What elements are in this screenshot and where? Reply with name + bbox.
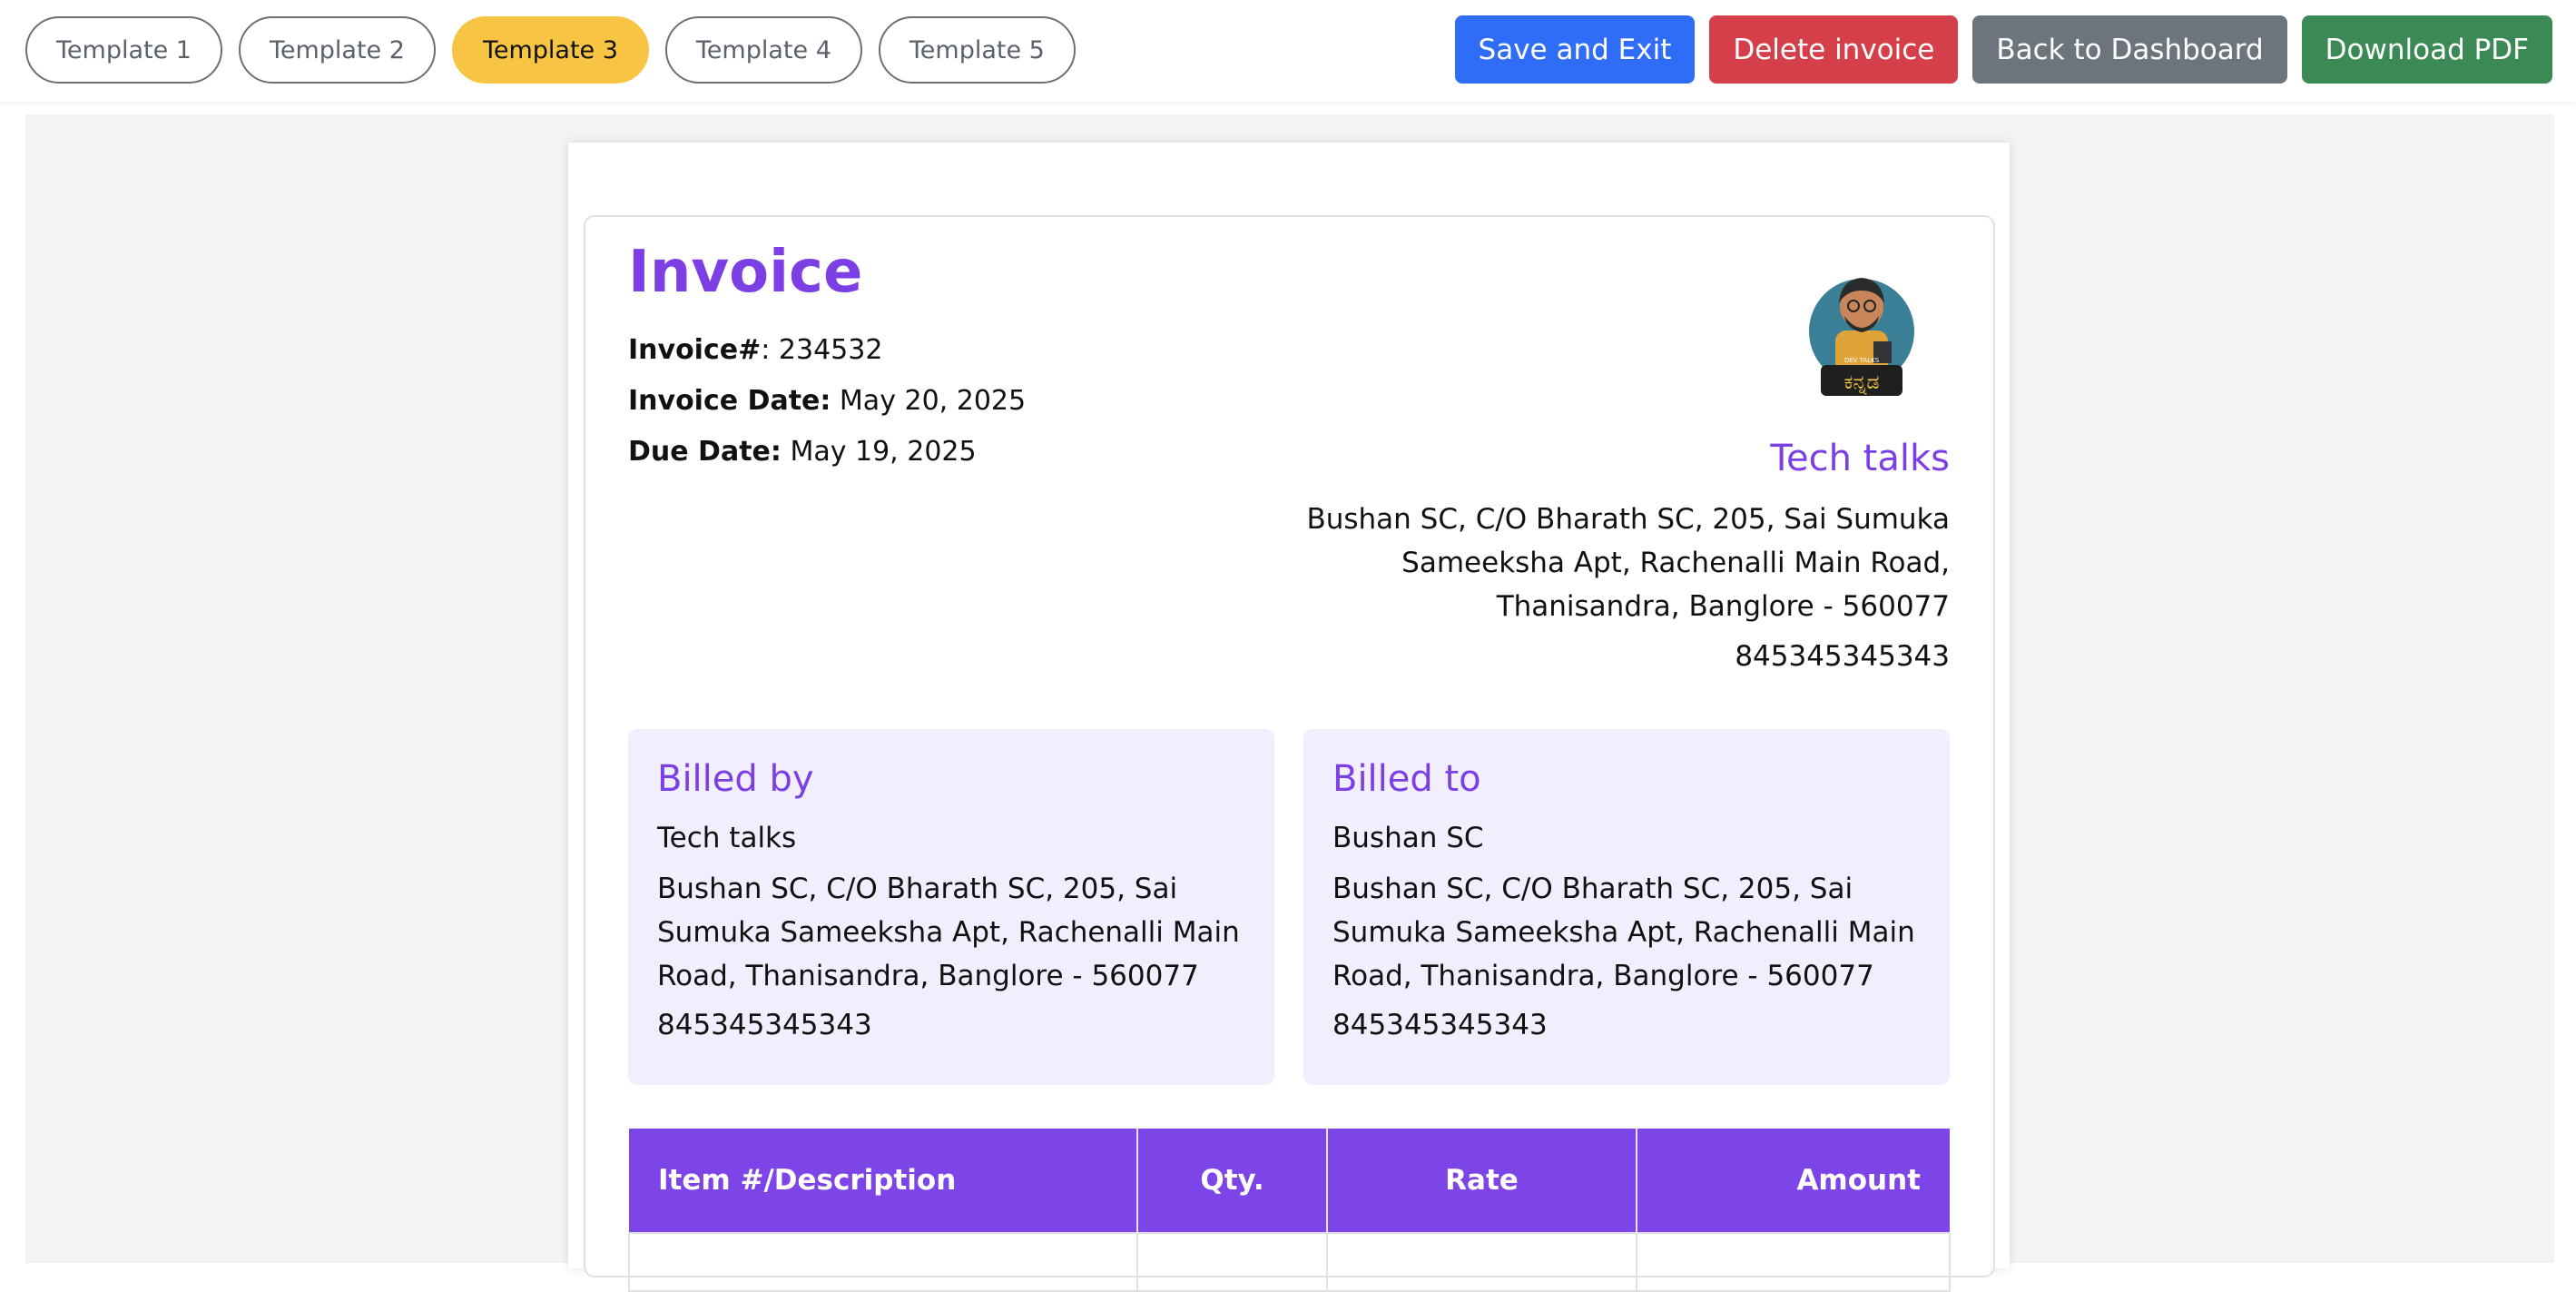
items-table: Item #/Description Qty. Rate Amount	[628, 1129, 1951, 1292]
billed-to-heading: Billed to	[1332, 758, 1481, 800]
due-date-label: Due Date:	[628, 436, 782, 468]
top-toolbar: Template 1 Template 2 Template 3 Templat…	[0, 0, 2576, 102]
company-phone: 845345345343	[1735, 640, 1950, 673]
billed-by-box: Billed by Tech talks Bushan SC, C/O Bhar…	[628, 729, 1274, 1085]
invoice-date-value: May 20, 2025	[839, 385, 1027, 417]
billed-to-box: Billed to Bushan SC Bushan SC, C/O Bhara…	[1303, 729, 1950, 1085]
invoice-date-row: Invoice Date: May 20, 2025	[628, 385, 1026, 417]
column-header-qty: Qty.	[1136, 1129, 1327, 1233]
billed-by-phone: 845345345343	[657, 1009, 872, 1041]
billed-by-heading: Billed by	[657, 758, 814, 800]
template-4-button[interactable]: Template 4	[664, 16, 862, 84]
due-date-row: Due Date: May 19, 2025	[628, 436, 977, 468]
action-buttons: Save and Exit Delete invoice Back to Das…	[1454, 15, 2552, 84]
invoice-title: Invoice	[628, 239, 863, 306]
billed-to-address: Bushan SC, C/O Bharath SC, 205, Sai Sumu…	[1332, 873, 1915, 992]
template-3-button[interactable]: Template 3	[451, 16, 649, 84]
column-header-rate: Rate	[1326, 1129, 1637, 1233]
items-table-header: Item #/Description Qty. Rate Amount	[629, 1129, 1950, 1233]
column-header-description: Item #/Description	[629, 1129, 1137, 1233]
invoice-number-value: 234532	[778, 334, 883, 366]
template-2-button[interactable]: Template 2	[238, 16, 436, 84]
template-1-button[interactable]: Template 1	[25, 16, 222, 84]
download-pdf-button[interactable]: Download PDF	[2301, 15, 2552, 84]
template-selector: Template 1 Template 2 Template 3 Templat…	[25, 16, 1076, 84]
company-logo: DEV TALKS ಕನ್ನಡ	[1809, 278, 1914, 396]
table-row	[628, 1232, 1951, 1292]
billed-to-name: Bushan SC	[1332, 822, 1484, 854]
column-header-amount: Amount	[1636, 1129, 1950, 1233]
billed-by-address: Bushan SC, C/O Bharath SC, 205, Sai Sumu…	[657, 873, 1240, 992]
save-and-exit-button[interactable]: Save and Exit	[1454, 15, 1696, 84]
invoice-number-row: Invoice#: 234532	[628, 334, 883, 366]
billed-to-phone: 845345345343	[1332, 1009, 1548, 1041]
template-5-button[interactable]: Template 5	[878, 16, 1076, 84]
logo-caption-top: DEV TALKS	[1844, 357, 1880, 364]
invoice-date-label: Invoice Date:	[628, 385, 831, 417]
delete-invoice-button[interactable]: Delete invoice	[1709, 15, 1959, 84]
company-name: Tech talks	[1770, 438, 1950, 479]
invoice-number-label: Invoice#	[628, 334, 762, 366]
back-to-dashboard-button[interactable]: Back to Dashboard	[1972, 15, 2287, 84]
company-address: Bushan SC, C/O Bharath SC, 205, Sai Sumu…	[1306, 503, 1950, 623]
billed-by-name: Tech talks	[657, 822, 797, 854]
logo-caption: ಕನ್ನಡ	[1844, 371, 1879, 395]
due-date-value: May 19, 2025	[790, 436, 977, 468]
